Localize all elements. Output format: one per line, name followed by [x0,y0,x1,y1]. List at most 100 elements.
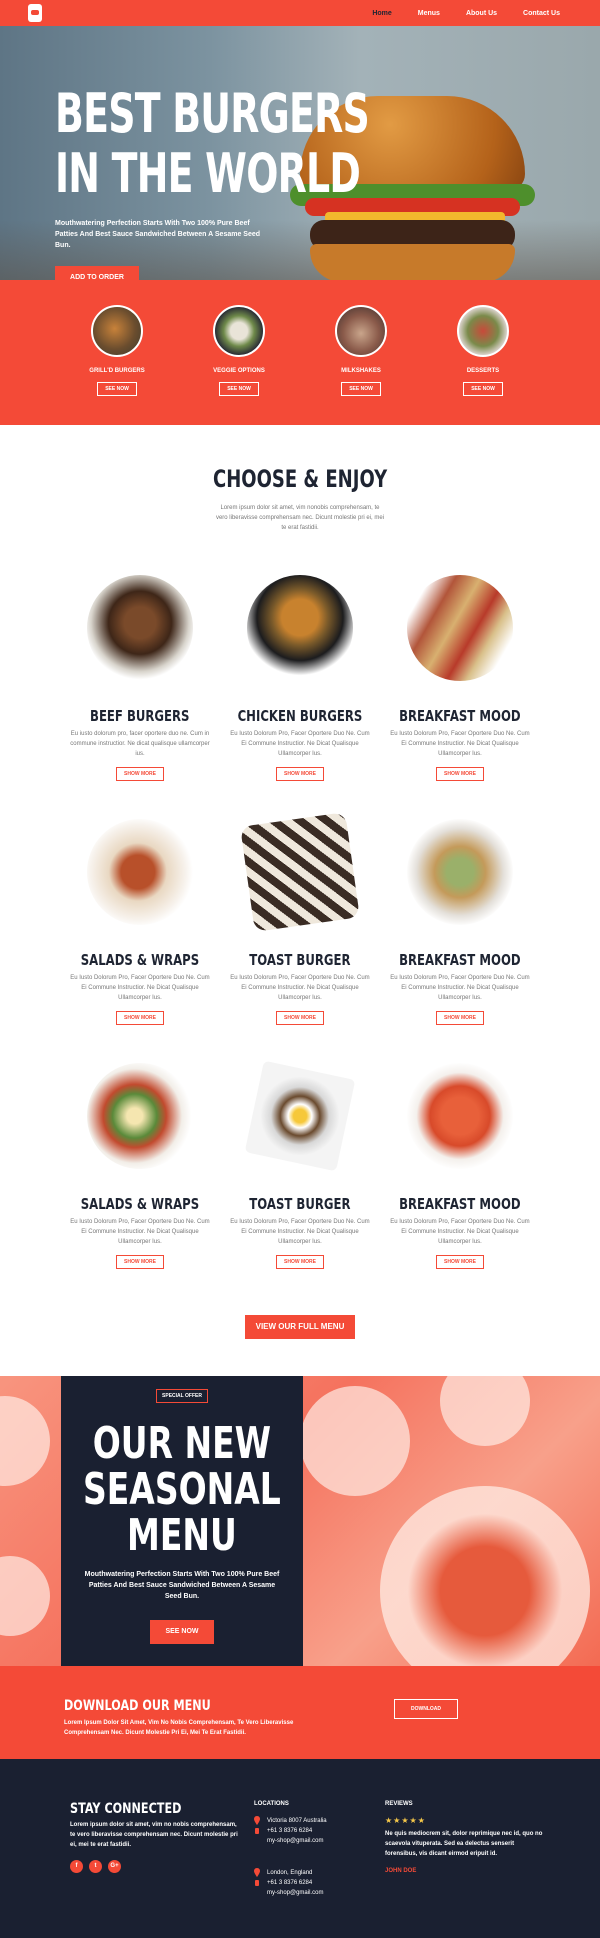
menu-grid: BEEF BURGERS Eu iusto dolorum pro, facer… [0,573,600,1305]
see-now-button[interactable]: SEE NOW [97,382,137,396]
see-now-button[interactable]: SEE NOW [463,382,503,396]
show-more-button[interactable]: SHOW MORE [276,1011,324,1025]
category-name: DESSERTS [466,368,500,374]
special-subtitle: Mouthwatering Perfection Starts With Two… [84,1571,280,1600]
phone-icon [255,1828,259,1834]
menu-item-desc: Eu Iusto Dolorum Pro, Facer Oportere Duo… [230,975,370,1001]
plate-decoration [380,1486,590,1666]
reviews-title: REVIEWS [385,1801,413,1807]
show-more-button[interactable]: SHOW MORE [116,767,164,781]
menu-item-desc: Eu Iusto Dolorum Pro, Facer Oportere Duo… [230,731,370,757]
menu-item: TOAST BURGER Eu Iusto Dolorum Pro, Facer… [227,1060,373,1305]
menu-item: BREAKFAST MOOD Eu Iusto Dolorum Pro, Fac… [387,573,533,817]
hero-banner: BEST BURGERS IN THE WORLD Mouthwatering … [0,26,600,280]
location-pin-icon [254,1868,260,1877]
menu-item-image[interactable] [407,1063,513,1169]
menu-item-name: TOAST BURGER [249,1195,351,1213]
nav-links: Home Menus About Us Contact Us [372,10,560,17]
category-veggie-options: VEGGIE OPTIONS SEE NOW [213,305,265,425]
nav-home[interactable]: Home [372,10,391,17]
star-rating-icon: ★★★★★ [385,1816,426,1825]
menu-item-name: CHICKEN BURGERS [237,707,363,725]
choose-section-header: CHOOSE & ENJOY Lorem ipsum dolor sit ame… [0,425,600,533]
section-title: CHOOSE & ENJOY [212,465,388,493]
show-more-button[interactable]: SHOW MORE [276,1255,324,1269]
category-image[interactable] [457,305,509,357]
menu-item-desc: Eu Iusto Dolorum Pro, Facer Oportere Duo… [70,975,210,1001]
menu-item: BREAKFAST MOOD Eu Iusto Dolorum Pro, Fac… [387,1061,533,1305]
view-full-menu-button[interactable]: VIEW OUR FULL MENU [245,1315,355,1339]
logo-icon[interactable] [28,4,42,22]
phone-icon [255,1880,259,1886]
menu-item: CHICKEN BURGERS Eu Iusto Dolorum Pro, Fa… [227,573,373,817]
menu-item-desc: Eu Iusto Dolorum Pro, Facer Oportere Duo… [390,975,530,1001]
plate-decoration [0,1556,50,1636]
menu-item-desc: Eu Iusto Dolorum Pro, Facer Oportere Duo… [390,731,530,757]
show-more-button[interactable]: SHOW MORE [276,767,324,781]
category-image[interactable] [91,305,143,357]
menu-item-image[interactable] [87,819,193,925]
hero-subtitle: Mouthwatering Perfection Starts With Two… [55,220,261,249]
menu-item: SALADS & WRAPS Eu Iusto Dolorum Pro, Fac… [67,1061,213,1305]
full-menu-wrap: VIEW OUR FULL MENU [0,1315,600,1339]
menu-item-image[interactable] [407,575,513,681]
category-strip: GRILL'D BURGERS SEE NOW VEGGIE OPTIONS S… [0,280,600,425]
show-more-button[interactable]: SHOW MORE [116,1011,164,1025]
menu-item-name: BREAKFAST MOOD [399,707,521,725]
twitter-icon[interactable]: t [89,1860,102,1873]
see-now-button[interactable]: SEE NOW [150,1620,214,1644]
review-text: Ne quis mediocrem sit, dolor reprimique … [385,1831,543,1857]
menu-item-desc: Eu Iusto Dolorum Pro, Facer Oportere Duo… [230,1219,370,1245]
locations-title: LOCATIONS [254,1801,289,1807]
menu-item-desc: Eu Iusto Dolorum Pro, Facer Oportere Duo… [70,1219,210,1245]
nav-contact-us[interactable]: Contact Us [523,10,560,17]
footer: STAY CONNECTED Lorem ipsum dolor sit ame… [0,1759,600,1938]
google-plus-icon[interactable]: G+ [108,1860,121,1873]
plate-decoration [300,1386,410,1496]
menu-item-name: SALADS & WRAPS [80,951,200,969]
menu-item-image[interactable] [244,1060,356,1172]
location-pin-icon [254,1816,260,1825]
menu-item-name: BEEF BURGERS [90,707,190,725]
top-nav: Home Menus About Us Contact Us [0,0,600,26]
menu-item: BEEF BURGERS Eu iusto dolorum pro, facer… [67,573,213,817]
category-image[interactable] [213,305,265,357]
menu-item-name: SALADS & WRAPS [80,1195,200,1213]
menu-item: TOAST BURGER Eu Iusto Dolorum Pro, Facer… [227,812,373,1061]
show-more-button[interactable]: SHOW MORE [436,1255,484,1269]
category-name: MILKSHAKES [341,368,381,374]
menu-item-image[interactable] [407,819,513,925]
special-offer-section: SPECIAL OFFER OUR NEW SEASONAL MENU Mout… [0,1376,600,1666]
reviewer-name: JOHN DOE [385,1868,417,1874]
category-name: GRILL'D BURGERS [89,368,145,374]
add-to-order-button[interactable]: ADD TO ORDER [55,266,139,280]
facebook-icon[interactable]: f [70,1860,83,1873]
category-image[interactable] [335,305,387,357]
nav-menus[interactable]: Menus [418,10,440,17]
menu-item-desc: Eu iusto dolorum pro, facer oportere duo… [70,731,210,757]
plate-decoration [440,1376,530,1446]
category-name: VEGGIE OPTIONS [213,368,265,374]
show-more-button[interactable]: SHOW MORE [116,1255,164,1269]
see-now-button[interactable]: SEE NOW [219,382,259,396]
footer-connect-text: Lorem ipsum dolor sit amet, vim no nobis… [70,1822,238,1848]
show-more-button[interactable]: SHOW MORE [436,1011,484,1025]
social-links: f t G+ [70,1860,121,1873]
menu-item-image[interactable] [87,1063,193,1169]
menu-item-image[interactable] [87,575,193,681]
show-more-button[interactable]: SHOW MORE [436,767,484,781]
menu-item: BREAKFAST MOOD Eu Iusto Dolorum Pro, Fac… [387,817,533,1061]
menu-item-image[interactable] [240,812,360,932]
section-text: Lorem ipsum dolor sit amet, vim nonobis … [215,505,385,531]
menu-item-image[interactable] [247,575,353,681]
nav-about-us[interactable]: About Us [466,10,497,17]
footer-connect-title: STAY CONNECTED [70,1801,182,1817]
hero-title: BEST BURGERS IN THE WORLD [55,82,370,205]
location-1: Victoria 8007 Australia +61 3 8376 6284 … [267,1818,327,1844]
menu-item-desc: Eu Iusto Dolorum Pro, Facer Oportere Duo… [390,1219,530,1245]
download-button[interactable]: DOWNLOAD [394,1699,458,1719]
see-now-button[interactable]: SEE NOW [341,382,381,396]
menu-item-name: BREAKFAST MOOD [399,1195,521,1213]
special-offer-tag: SPECIAL OFFER [156,1389,208,1403]
download-text: Lorem Ipsum Dolor Sit Amet, Vim No Nobis… [64,1720,294,1736]
